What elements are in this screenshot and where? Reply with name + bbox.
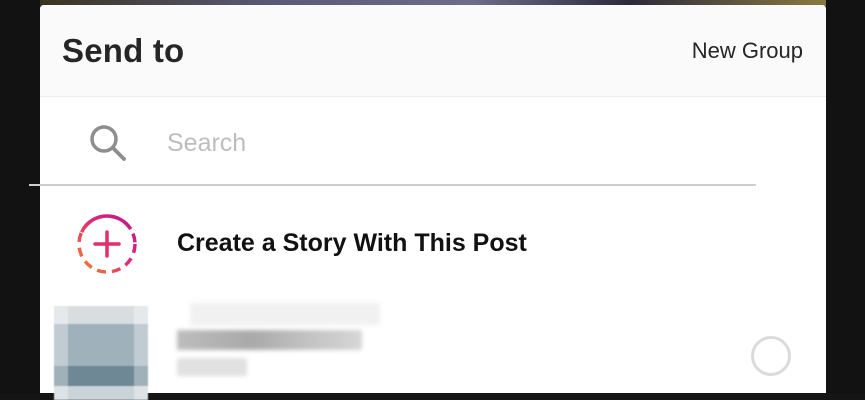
new-group-button[interactable]: New Group [692,38,803,64]
sheet-title: Send to [62,32,185,69]
create-story-row[interactable]: Create a Story With This Post [40,198,826,290]
redacted-text [190,303,380,325]
select-radio[interactable] [751,336,791,376]
search-bar[interactable] [40,97,826,189]
contact-subtitle-redacted [177,358,247,376]
add-story-icon [77,214,137,274]
search-divider [29,184,756,186]
contact-name-redacted [177,330,362,350]
avatar [54,306,148,400]
contact-row[interactable] [40,303,826,400]
search-input[interactable] [167,123,727,163]
create-story-label: Create a Story With This Post [177,229,527,257]
sheet-header: Send to New Group [40,5,826,97]
search-icon [90,125,126,161]
